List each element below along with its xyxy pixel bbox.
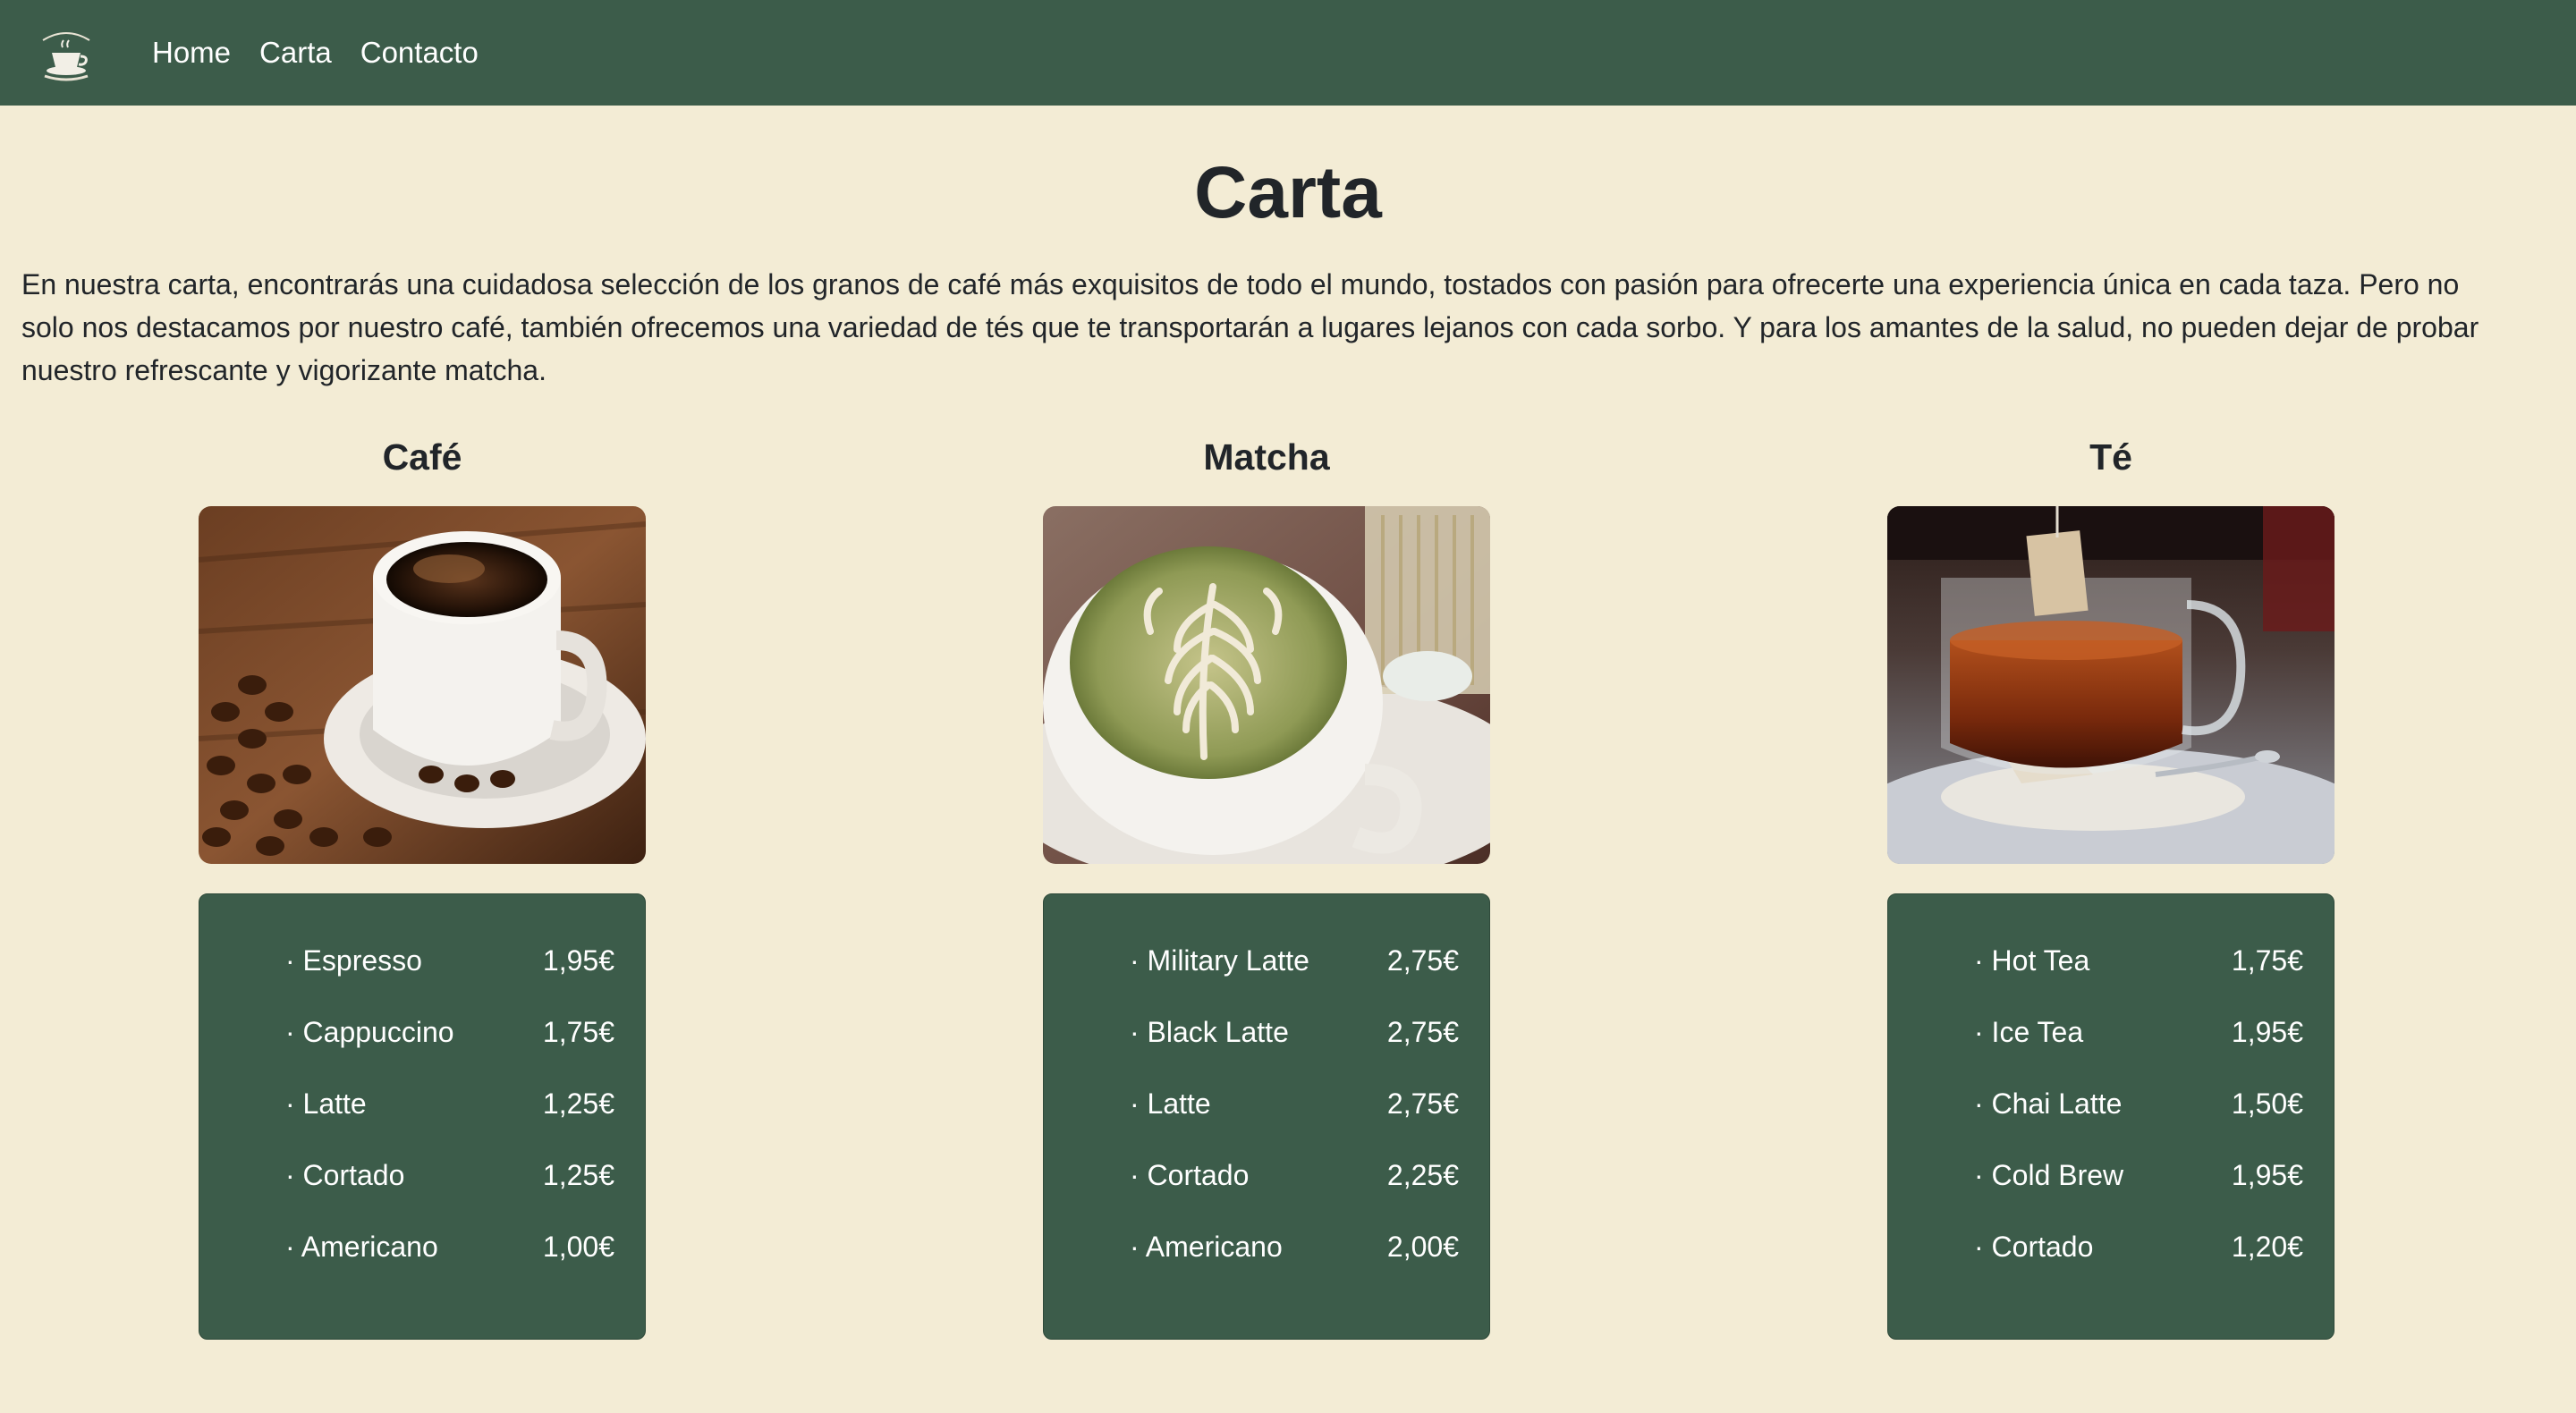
item-price: 2,75€: [1386, 1015, 1459, 1048]
nav-link-contacto[interactable]: Contacto: [360, 36, 479, 70]
item-price: 1,25€: [542, 1087, 614, 1120]
item-name: · Cortado: [1974, 1230, 2094, 1263]
section-title: Té: [2089, 436, 2132, 478]
item-price: 1,95€: [2231, 1158, 2303, 1191]
menu-item: · Black Latte 2,75€: [1044, 996, 1489, 1068]
item-price: 2,75€: [1386, 943, 1459, 977]
section-title: Matcha: [1203, 436, 1330, 478]
navbar: Home Carta Contacto: [0, 0, 2576, 106]
item-price: 1,25€: [542, 1158, 614, 1191]
item-price: 1,50€: [2231, 1087, 2303, 1120]
item-price: 1,95€: [2231, 1015, 2303, 1048]
intro-paragraph: En nuestra carta, encontrarás una cuidad…: [21, 268, 2479, 386]
menu-item: · Espresso 1,95€: [199, 925, 645, 996]
item-name: · Americano: [1130, 1230, 1283, 1263]
item-name: · Military Latte: [1130, 943, 1309, 977]
menu-item: · Ice Tea 1,95€: [1888, 996, 2334, 1068]
nav-link-carta[interactable]: Carta: [259, 36, 332, 70]
menu-item: · Chai Latte 1,50€: [1888, 1068, 2334, 1139]
menu-item: · Cortado 1,25€: [199, 1139, 645, 1211]
item-name: · Cortado: [285, 1158, 405, 1191]
menu-item: · Cappuccino 1,75€: [199, 996, 645, 1068]
item-name: · Latte: [1130, 1087, 1211, 1120]
menu-item: · Americano 1,00€: [199, 1211, 645, 1282]
menu-item: · Cortado 1,20€: [1888, 1211, 2334, 1282]
section-cafe: Café · Espresso 1,95€ · Cappuccino 1,75€…: [199, 433, 646, 1340]
item-name: · Hot Tea: [1974, 943, 2090, 977]
menu-card-te: · Hot Tea 1,75€ · Ice Tea 1,95€ · Chai Lat…: [1887, 893, 2334, 1340]
section-title: Café: [382, 436, 462, 478]
item-price: 2,25€: [1386, 1158, 1459, 1191]
nav-link-home[interactable]: Home: [152, 36, 231, 70]
menu-item: · Cold Brew 1,95€: [1888, 1139, 2334, 1211]
item-price: 1,95€: [542, 943, 614, 977]
item-price: 2,00€: [1386, 1230, 1459, 1263]
item-name: · Cold Brew: [1974, 1158, 2124, 1191]
coffee-cup-image: [199, 506, 646, 864]
item-price: 1,00€: [542, 1230, 614, 1263]
logo-coffee-cup-icon[interactable]: [32, 19, 100, 87]
item-name: · Cortado: [1130, 1158, 1250, 1191]
item-name: · Latte: [285, 1087, 367, 1120]
item-name: · Americano: [285, 1230, 438, 1263]
item-name: · Espresso: [285, 943, 422, 977]
nav-links: Home Carta Contacto: [152, 36, 479, 70]
menu-item: · Military Latte 2,75€: [1044, 925, 1489, 996]
item-name: · Ice Tea: [1974, 1015, 2084, 1048]
section-te: Té · Hot Tea 1,75€ · Ice Tea 1,95€ · Cha…: [1887, 433, 2334, 1340]
menu-item: · Latte 1,25€: [199, 1068, 645, 1139]
section-matcha: Matcha · Military Latte 2,75€ · Black La…: [1043, 433, 1490, 1340]
item-price: 1,75€: [2231, 943, 2303, 977]
item-price: 1,75€: [542, 1015, 614, 1048]
matcha-latte-image: [1043, 506, 1490, 864]
menu-item: · Hot Tea 1,75€: [1888, 925, 2334, 996]
item-price: 2,75€: [1386, 1087, 1459, 1120]
menu-item: · Americano 2,00€: [1044, 1211, 1489, 1282]
menu-item: · Latte 2,75€: [1044, 1068, 1489, 1139]
item-name: · Chai Latte: [1974, 1087, 2123, 1120]
item-name: · Black Latte: [1130, 1015, 1289, 1048]
menu-card-matcha: · Military Latte 2,75€ · Black Latte 2,75€…: [1043, 893, 1490, 1340]
menu-card-cafe: · Espresso 1,95€ · Cappuccino 1,75€ · Latt…: [199, 893, 646, 1340]
page-title: Carta: [1194, 152, 1382, 233]
tea-glass-image: [1887, 506, 2334, 864]
item-price: 1,20€: [2231, 1230, 2303, 1263]
menu-item: · Cortado 2,25€: [1044, 1139, 1489, 1211]
item-name: · Cappuccino: [285, 1015, 454, 1048]
